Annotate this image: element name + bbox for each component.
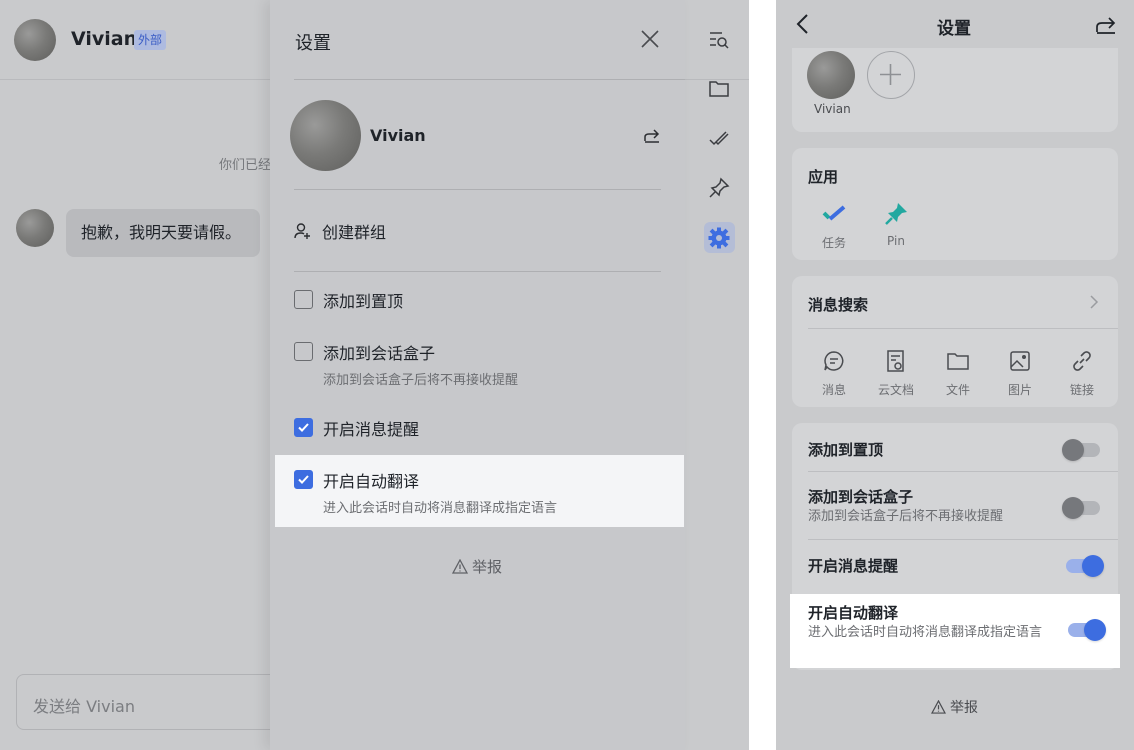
option-label: 添加到会话盒子 <box>323 344 436 363</box>
side-toolbar <box>690 0 749 750</box>
checkbox[interactable] <box>294 342 313 361</box>
message-search-card: 消息搜索 消息 云文档 文件 图片 链接 <box>792 276 1118 407</box>
back-icon[interactable] <box>792 12 816 36</box>
close-icon[interactable] <box>640 29 660 49</box>
task-check-icon[interactable] <box>707 127 731 151</box>
plus-icon <box>880 64 901 85</box>
report-label: 举报 <box>950 700 978 716</box>
panel-title: 设置 <box>295 33 331 54</box>
settings-panel: 设置 Vivian 创建群组 添加到置顶 添加到会话盒子 添加到会话盒子后将不再… <box>270 0 685 750</box>
toggle-switch[interactable] <box>1066 555 1104 577</box>
toggle-row-conversation-box[interactable]: 添加到会话盒子 添加到会话盒子后将不再接收提醒 <box>792 471 1118 539</box>
toggle-label: 添加到置顶 <box>808 441 884 459</box>
link-icon <box>1073 351 1091 371</box>
option-label: 添加到置顶 <box>323 292 404 311</box>
chevron-right-icon[interactable] <box>1089 294 1099 310</box>
divider <box>294 79 685 80</box>
warning-icon <box>931 700 946 714</box>
search-image[interactable]: 图片 <box>996 348 1044 398</box>
option-label: 开启消息提醒 <box>323 420 420 439</box>
search-link[interactable]: 链接 <box>1058 348 1106 398</box>
app-label: 任务 <box>821 236 846 250</box>
checkbox-checked[interactable] <box>294 418 313 437</box>
members-card: Vivian <box>792 48 1118 132</box>
option-description: 添加到会话盒子后将不再接收提醒 <box>323 373 519 388</box>
option-description: 进入此会话时自动将消息翻译成指定语言 <box>323 501 558 516</box>
search-label: 图片 <box>1007 383 1032 397</box>
toggle-label: 开启消息提醒 <box>808 557 899 575</box>
search-list-icon[interactable] <box>707 28 731 52</box>
desktop-window: Vivian 外部 你们已经 抱歉，我明天要请假。 发送给 Vivian 设置 … <box>0 0 749 750</box>
external-badge: 外部 <box>134 30 167 50</box>
divider <box>294 189 661 190</box>
message-avatar[interactable] <box>16 209 54 247</box>
image-icon <box>1010 351 1030 371</box>
share-icon[interactable] <box>642 125 662 145</box>
report-button[interactable]: 举报 <box>452 556 502 577</box>
report-button[interactable]: 举报 <box>931 697 978 717</box>
create-group-label: 创建群组 <box>322 223 387 242</box>
toggle-switch[interactable] <box>1062 497 1100 519</box>
toggle-switch[interactable] <box>1068 619 1106 641</box>
task-icon <box>822 205 846 221</box>
mobile-header: 设置 <box>776 0 1134 48</box>
cloud-doc-icon <box>887 350 904 372</box>
apps-card: 应用 任务 Pin <box>792 148 1118 260</box>
toggle-row-pin[interactable]: 添加到置顶 <box>792 423 1118 471</box>
checkbox[interactable] <box>294 290 313 309</box>
divider <box>294 271 661 272</box>
page-title: 设置 <box>937 19 971 39</box>
pin-icon[interactable] <box>707 176 731 200</box>
app-label: Pin <box>887 234 905 248</box>
member-name: Vivian <box>814 102 851 116</box>
toggle-row-auto-translate[interactable]: 开启自动翻译 进入此会话时自动将消息翻译成指定语言 <box>790 594 1120 668</box>
report-label: 举报 <box>472 558 503 576</box>
search-label: 链接 <box>1069 383 1094 397</box>
create-group-button[interactable]: 创建群组 <box>294 220 386 242</box>
search-label: 文件 <box>945 383 970 397</box>
apps-title: 应用 <box>808 168 839 186</box>
toggle-description: 进入此会话时自动将消息翻译成指定语言 <box>808 625 1043 640</box>
message-icon <box>824 351 844 371</box>
composer-placeholder: 发送给 Vivian <box>33 697 135 716</box>
message-bubble[interactable]: 抱歉，我明天要请假。 <box>66 209 260 257</box>
toggle-switch[interactable] <box>1062 439 1100 461</box>
avatar[interactable] <box>14 19 56 61</box>
chat-title[interactable]: Vivian <box>71 28 137 50</box>
toggle-label: 开启自动翻译 <box>808 604 899 622</box>
profile-avatar[interactable] <box>290 100 361 171</box>
search-title[interactable]: 消息搜索 <box>808 294 868 315</box>
check-icon <box>298 423 309 432</box>
search-message[interactable]: 消息 <box>810 348 858 398</box>
app-pin[interactable]: Pin <box>872 201 920 248</box>
gear-icon[interactable] <box>707 226 731 250</box>
option-label: 开启自动翻译 <box>323 472 420 491</box>
divider <box>808 328 1118 329</box>
warning-icon <box>452 559 468 574</box>
pin-icon <box>885 203 907 225</box>
add-user-icon <box>294 223 310 239</box>
folder-icon[interactable] <box>707 77 731 101</box>
search-label: 消息 <box>821 383 846 397</box>
toggle-row-notify[interactable]: 开启消息提醒 <box>792 539 1118 587</box>
share-icon[interactable] <box>1094 12 1118 36</box>
toggle-label: 添加到会话盒子 <box>808 488 914 506</box>
add-member-button[interactable] <box>867 51 915 99</box>
profile-name[interactable]: Vivian <box>370 126 426 145</box>
search-label: 云文档 <box>877 383 914 397</box>
toggle-description: 添加到会话盒子后将不再接收提醒 <box>808 509 1004 524</box>
search-file[interactable]: 文件 <box>934 348 982 398</box>
mobile-screen: 设置 Vivian 应用 任务 Pin 消息搜索 消息 云文档 文件 图片 链接… <box>776 0 1134 750</box>
search-cloud-doc[interactable]: 云文档 <box>872 348 920 398</box>
member-avatar[interactable] <box>807 51 855 99</box>
folder-icon <box>947 353 969 370</box>
app-task[interactable]: 任务 <box>810 201 858 251</box>
checkbox-checked[interactable] <box>294 470 313 489</box>
check-icon <box>298 475 309 484</box>
system-note: 你们已经 <box>219 158 272 173</box>
